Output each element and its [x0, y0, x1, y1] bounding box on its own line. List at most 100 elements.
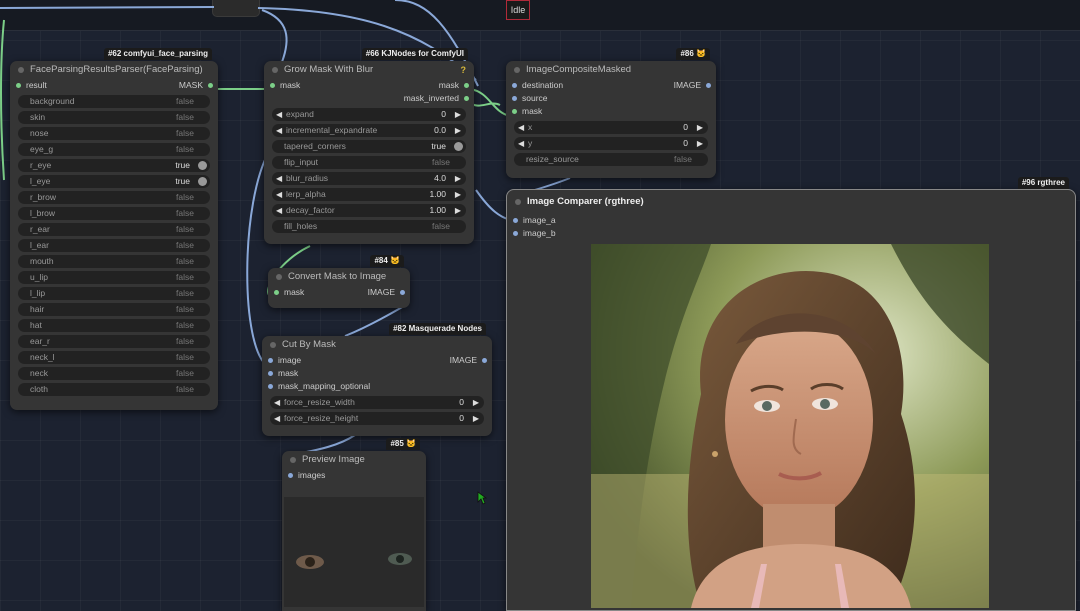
widget-tapered-corners[interactable]: tapered_corners true [272, 140, 466, 153]
collapse-dot-icon[interactable] [290, 457, 296, 463]
input-slot-icon[interactable] [270, 83, 275, 88]
decrement-arrow-icon[interactable]: ◀ [276, 108, 282, 121]
widget-l-lip[interactable]: l_lip false [18, 287, 210, 300]
widget-l-eye[interactable]: l_eye true [18, 175, 210, 188]
image-comparer-title[interactable]: Image Comparer (rgthree) [507, 190, 1075, 214]
widget-hair[interactable]: hair false [18, 303, 210, 316]
input-slot-icon[interactable] [268, 358, 273, 363]
widget-ear-r[interactable]: ear_r false [18, 335, 210, 348]
widget-decay-factor[interactable]: ◀ decay_factor 1.00 ▶ [272, 204, 466, 217]
output-slot-icon[interactable] [208, 83, 213, 88]
widget-r-eye[interactable]: r_eye true [18, 159, 210, 172]
grow-mask-title[interactable]: Grow Mask With Blur ? [264, 61, 474, 79]
convert-mask-node[interactable]: #84 🐱 Convert Mask to Image mask IMAGE [268, 255, 410, 308]
top-reroute-node[interactable] [212, 0, 260, 17]
input-slot-icon[interactable] [268, 384, 273, 389]
widget-neck[interactable]: neck false [18, 367, 210, 380]
input-slot-icon[interactable] [513, 218, 518, 223]
increment-arrow-icon[interactable]: ▶ [455, 204, 461, 217]
widget-cloth[interactable]: cloth false [18, 383, 210, 396]
toggle-knob-icon [198, 177, 207, 186]
input-mask-mapping: mask_mapping_optional [278, 381, 371, 391]
preview-image-title-text: Preview Image [302, 454, 365, 465]
collapse-dot-icon[interactable] [18, 67, 24, 73]
widget-force-resize-width[interactable]: ◀ force_resize_width 0 ▶ [270, 396, 484, 409]
increment-arrow-icon[interactable]: ▶ [473, 396, 479, 409]
collapse-dot-icon[interactable] [270, 342, 276, 348]
input-slot-icon[interactable] [268, 371, 273, 376]
cut-by-mask-title[interactable]: Cut By Mask [262, 336, 492, 354]
output-slot-icon[interactable] [400, 290, 405, 295]
widget-skin[interactable]: skin false [18, 111, 210, 124]
collapse-dot-icon[interactable] [514, 67, 520, 73]
decrement-arrow-icon[interactable]: ◀ [276, 172, 282, 185]
widget-eye-g[interactable]: eye_g false [18, 143, 210, 156]
input-slot-icon[interactable] [513, 231, 518, 236]
increment-arrow-icon[interactable]: ▶ [473, 412, 479, 425]
widget-x[interactable]: ◀ x 0 ▶ [514, 121, 708, 134]
widget-lerp-alpha[interactable]: ◀ lerp_alpha 1.00 ▶ [272, 188, 466, 201]
widget-l-brow[interactable]: l_brow false [18, 207, 210, 220]
widget-incremental-expandrate[interactable]: ◀ incremental_expandrate 0.0 ▶ [272, 124, 466, 137]
image-composite-node[interactable]: #86 🐱 ImageCompositeMasked destination I… [506, 48, 716, 178]
collapse-dot-icon[interactable] [272, 67, 278, 73]
image-comparer-node[interactable]: #96 rgthree Image Comparer (rgthree) ima… [506, 177, 1076, 611]
convert-mask-title[interactable]: Convert Mask to Image [268, 268, 410, 286]
widget-hat[interactable]: hat false [18, 319, 210, 332]
output-slot-icon[interactable] [464, 83, 469, 88]
widget-y[interactable]: ◀ y 0 ▶ [514, 137, 708, 150]
increment-arrow-icon[interactable]: ▶ [455, 108, 461, 121]
increment-arrow-icon[interactable]: ▶ [697, 121, 703, 134]
widget-flip-input[interactable]: flip_input false [272, 156, 466, 169]
grow-mask-title-text: Grow Mask With Blur [284, 64, 374, 75]
input-slot-icon[interactable] [512, 96, 517, 101]
increment-arrow-icon[interactable]: ▶ [455, 172, 461, 185]
output-slot-icon[interactable] [706, 83, 711, 88]
decrement-arrow-icon[interactable]: ◀ [276, 204, 282, 217]
help-icon[interactable]: ? [461, 61, 467, 79]
collapse-dot-icon[interactable] [515, 199, 521, 205]
widget-resize-source[interactable]: resize_source false [514, 153, 708, 166]
decrement-arrow-icon[interactable]: ◀ [518, 137, 524, 150]
widget-u-lip[interactable]: u_lip false [18, 271, 210, 284]
widget-force-resize-height[interactable]: ◀ force_resize_height 0 ▶ [270, 412, 484, 425]
input-slot-icon[interactable] [288, 473, 293, 478]
decrement-arrow-icon[interactable]: ◀ [274, 412, 280, 425]
output-slot-icon[interactable] [482, 358, 487, 363]
widget-background[interactable]: background false [18, 95, 210, 108]
decrement-arrow-icon[interactable]: ◀ [518, 121, 524, 134]
input-slot-icon[interactable] [274, 290, 279, 295]
output-slot-icon[interactable] [464, 96, 469, 101]
widget-mouth[interactable]: mouth false [18, 255, 210, 268]
widget-l-ear[interactable]: l_ear false [18, 239, 210, 252]
input-slot-icon[interactable] [16, 83, 21, 88]
widget-blur-radius[interactable]: ◀ blur_radius 4.0 ▶ [272, 172, 466, 185]
face-parsing-title[interactable]: FaceParsingResultsParser(FaceParsing) [10, 61, 218, 79]
increment-arrow-icon[interactable]: ▶ [455, 124, 461, 137]
toggle-knob-icon [454, 142, 463, 151]
widget-r-brow[interactable]: r_brow false [18, 191, 210, 204]
input-slot-icon[interactable] [512, 109, 517, 114]
top-menu-bar [0, 0, 1080, 31]
cut-by-mask-node[interactable]: #82 Masquerade Nodes Cut By Mask image I… [262, 323, 492, 436]
output-mask: mask [438, 80, 459, 90]
grow-mask-node[interactable]: #66 KJNodes for ComfyUI Grow Mask With B… [264, 48, 474, 244]
preview-image-title[interactable]: Preview Image [282, 451, 426, 469]
widget-expand[interactable]: ◀ expand 0 ▶ [272, 108, 466, 121]
output-image: IMAGE [449, 355, 477, 365]
increment-arrow-icon[interactable]: ▶ [455, 188, 461, 201]
widget-neck-l[interactable]: neck_l false [18, 351, 210, 364]
collapse-dot-icon[interactable] [276, 274, 282, 280]
increment-arrow-icon[interactable]: ▶ [697, 137, 703, 150]
decrement-arrow-icon[interactable]: ◀ [274, 396, 280, 409]
comparison-photo[interactable] [591, 244, 989, 608]
image-composite-title[interactable]: ImageCompositeMasked [506, 61, 716, 79]
widget-r-ear[interactable]: r_ear false [18, 223, 210, 236]
decrement-arrow-icon[interactable]: ◀ [276, 188, 282, 201]
preview-image-node[interactable]: #85 🐱 Preview Image images [282, 438, 426, 611]
face-parsing-node[interactable]: #62 comfyui_face_parsing FaceParsingResu… [10, 48, 218, 410]
widget-nose[interactable]: nose false [18, 127, 210, 140]
input-slot-icon[interactable] [512, 83, 517, 88]
decrement-arrow-icon[interactable]: ◀ [276, 124, 282, 137]
widget-fill-holes[interactable]: fill_holes false [272, 220, 466, 233]
